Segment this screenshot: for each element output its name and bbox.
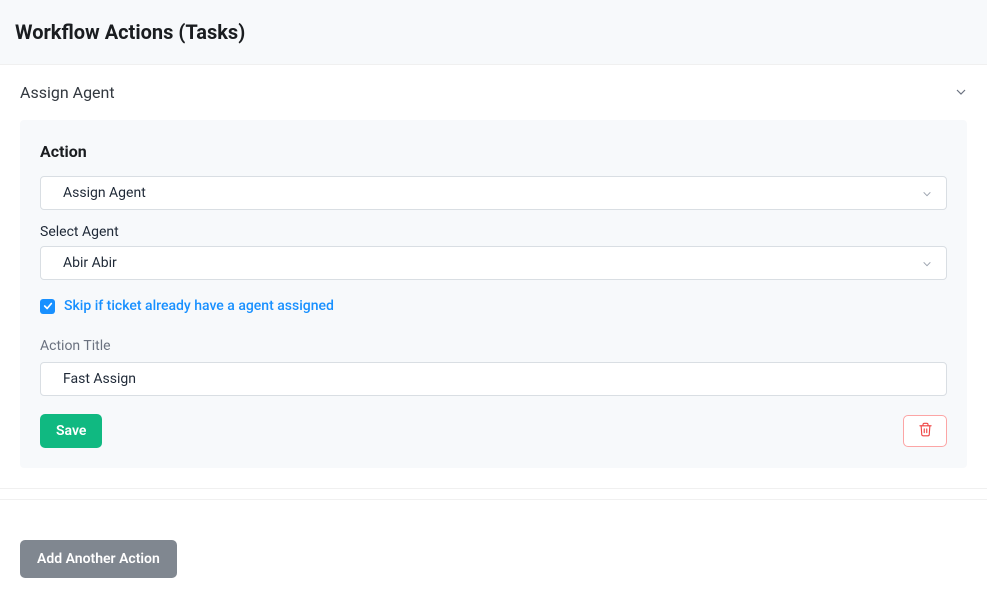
skip-checkbox[interactable] [40,299,55,314]
action-section-title: Action [40,142,947,161]
page-header: Workflow Actions (Tasks) [0,0,987,65]
agent-label: Select Agent [40,224,947,240]
chevron-down-icon [922,184,932,203]
action-accordion-item: Assign Agent Action Assign Agent [0,65,987,489]
add-action-button[interactable]: Add Another Action [20,540,177,578]
skip-checkbox-row: Skip if ticket already have a agent assi… [40,298,947,314]
content-area: Assign Agent Action Assign Agent [0,65,987,598]
skip-checkbox-label[interactable]: Skip if ticket already have a agent assi… [64,298,334,314]
chevron-down-icon [922,254,932,273]
accordion-body: Action Assign Agent Select Agent [0,120,987,488]
action-select-value: Assign Agent [63,185,922,201]
agent-select[interactable]: Abir Abir [40,246,947,280]
footer: Add Another Action [0,499,987,598]
accordion-title: Assign Agent [20,83,115,102]
action-field-group: Assign Agent [40,176,947,210]
title-field-group: Action Title [40,338,947,396]
chevron-down-icon [955,83,967,102]
actions-row: Save [40,414,947,448]
title-label: Action Title [40,338,947,354]
agent-field-group: Select Agent Abir Abir [40,224,947,280]
delete-button[interactable] [903,415,947,447]
save-button[interactable]: Save [40,414,102,448]
trash-icon [918,422,933,440]
title-input[interactable] [40,362,947,396]
action-panel: Action Assign Agent Select Agent [20,120,967,468]
agent-select-value: Abir Abir [63,255,922,271]
page-title: Workflow Actions (Tasks) [15,20,972,44]
action-select[interactable]: Assign Agent [40,176,947,210]
accordion-toggle[interactable]: Assign Agent [0,65,987,120]
